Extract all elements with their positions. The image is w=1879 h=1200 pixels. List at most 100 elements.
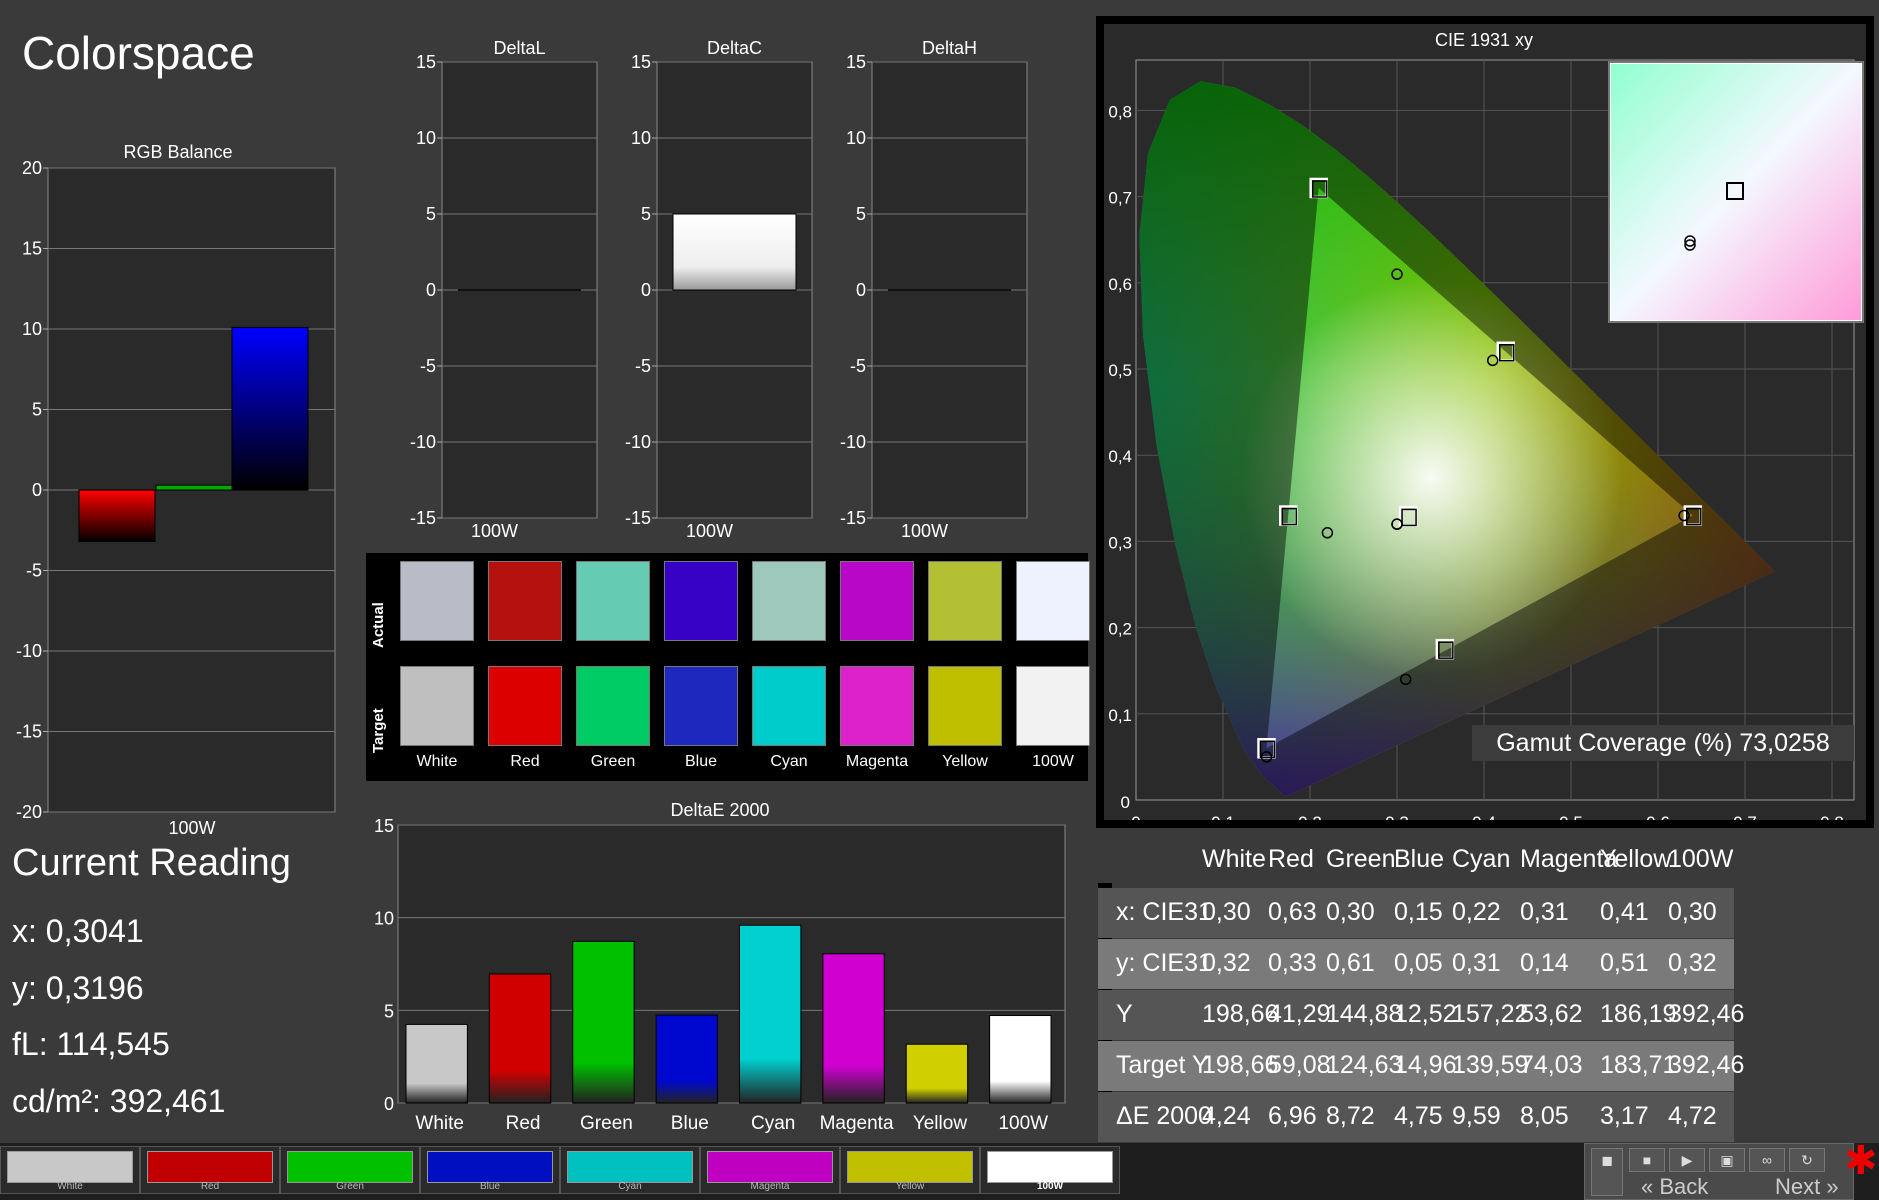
patch-label: Red — [200, 1181, 220, 1192]
patch-color-fill — [567, 1151, 693, 1183]
deltae-bar-magenta — [822, 953, 885, 1104]
table-cell: 0,33 — [1268, 949, 1317, 977]
y-tick-label: 0,7 — [1108, 189, 1132, 208]
patch-button-blue[interactable]: Blue — [420, 1146, 560, 1194]
delta-chart-title: DeltaH — [922, 38, 977, 58]
table-cell: 8,05 — [1520, 1102, 1569, 1130]
table-row: Y 198,66 41,29 144,88 12,52 157,22 53,62 186,19… — [1098, 990, 1744, 1040]
patch-button-yellow[interactable]: Yellow — [840, 1146, 980, 1194]
x-tick-label: 0,3 — [1385, 813, 1409, 820]
y-tick-label: -5 — [850, 356, 866, 376]
table-row-label: x: CIE31 — [1116, 898, 1212, 926]
delta-chart-xlabel: 100W — [686, 521, 733, 541]
patch-button-magenta[interactable]: Magenta — [700, 1146, 840, 1194]
x-tick-label: Magenta — [820, 1113, 894, 1134]
patch-button-green[interactable]: Green — [280, 1146, 420, 1194]
patch-color-fill — [147, 1151, 273, 1183]
rgb-balance-chart: RGB Balance 20 15 10 5 0 -5 -10 -15 -20 100W — [16, 142, 336, 838]
swatch-label: Green — [590, 753, 636, 770]
table-cell: 198,66 — [1202, 1051, 1279, 1079]
y-tick-label: -10 — [16, 641, 42, 661]
patch-label: White — [57, 1181, 83, 1192]
save-icon[interactable]: ▣ — [1709, 1148, 1745, 1172]
rgb-balance-title: RGB Balance — [123, 142, 232, 162]
table-cell: 144,88 — [1326, 1000, 1403, 1028]
color-swatch-panel: Actual Target White Red Green Blue Cyan Magen… — [366, 553, 1090, 781]
table-header-cell: Green — [1326, 845, 1396, 873]
y-tick-label: -20 — [16, 802, 42, 822]
table-cell: 12,52 — [1394, 1000, 1457, 1028]
app-title: Colorspace — [22, 27, 255, 79]
reading-y: y: 0,3196 — [12, 970, 144, 1006]
table-cell: 0,30 — [1202, 898, 1251, 926]
actual-swatch-cyan — [752, 561, 826, 641]
x-tick-label: 0,7 — [1733, 813, 1757, 820]
y-tick-label: 0 — [32, 480, 42, 500]
table-cell: 3,17 — [1600, 1102, 1649, 1130]
deltae-title: DeltaE 2000 — [670, 800, 769, 820]
deltae-bar-green — [572, 940, 635, 1104]
y-tick-label: 0 — [384, 1094, 394, 1114]
patch-button-cyan[interactable]: Cyan — [560, 1146, 700, 1194]
actual-swatch-green — [576, 561, 650, 641]
y-tick-label: 15 — [374, 816, 394, 836]
table-cell: 0,31 — [1520, 898, 1569, 926]
target-swatch-cyan — [752, 666, 826, 746]
back-button[interactable]: « Back — [1641, 1174, 1708, 1200]
x-tick-label: 0,4 — [1472, 813, 1496, 820]
cie-1931-chart: CIE 1931 xy 0 0,1 0,2 0,3 0,4 0,5 0,6 0,7 0,8 0,1… — [1108, 30, 1864, 820]
table-cell: 0,30 — [1326, 898, 1375, 926]
x-tick-label: Cyan — [751, 1113, 795, 1134]
patch-color-fill — [707, 1151, 833, 1183]
table-cell: 186,19 — [1600, 1000, 1677, 1028]
y-tick-label: 0 — [1121, 793, 1130, 812]
gamut-coverage-value: Gamut Coverage (%) 73,0258 — [1472, 725, 1854, 761]
swatch-label: Blue — [684, 753, 718, 770]
patch-color-fill — [847, 1151, 973, 1183]
table-row-label: Y — [1116, 1000, 1133, 1028]
target-swatch-100w — [1016, 666, 1090, 746]
navigation-panel: ◼ ■ ▶ ▣ ∞ ↻ « Back Next » — [1584, 1143, 1854, 1200]
table-header-cell: Red — [1268, 845, 1314, 873]
table-cell: 6,96 — [1268, 1102, 1317, 1130]
x-tick-label: 100W — [998, 1113, 1048, 1134]
asterisk-icon[interactable]: ✱ — [1844, 1138, 1878, 1184]
target-swatch-green — [576, 666, 650, 746]
rgb-bar-red — [78, 489, 156, 543]
table-cell: 183,71 — [1600, 1051, 1677, 1079]
table-row: x: CIE31 0,30 0,63 0,30 0,15 0,22 0,31 0,41 0,30 — [1098, 888, 1734, 938]
patch-label: Blue — [479, 1181, 500, 1192]
patch-button-100w[interactable]: 100W — [980, 1146, 1120, 1194]
patch-label: 100W — [1036, 1181, 1064, 1192]
patch-color-fill — [427, 1151, 553, 1183]
table-row-label: y: CIE31 — [1116, 949, 1212, 977]
y-tick-label: 0 — [641, 280, 651, 300]
patch-button-red[interactable]: Red — [140, 1146, 280, 1194]
back-arrow-icon: « — [1641, 1174, 1654, 1199]
table-cell: 9,59 — [1452, 1102, 1501, 1130]
x-tick-label: 0,5 — [1559, 813, 1583, 820]
next-button[interactable]: Next » — [1775, 1174, 1839, 1200]
y-tick-label: -10 — [410, 432, 436, 452]
y-tick-label: 10 — [22, 319, 42, 339]
y-tick-label: 5 — [426, 204, 436, 224]
patch-button-white[interactable]: White — [0, 1146, 140, 1194]
deltae-bar-blue — [655, 1014, 718, 1104]
stop-icon[interactable]: ■ — [1629, 1148, 1665, 1172]
deltae-bar-100w — [989, 1015, 1052, 1104]
table-row: Target Y 198,66 59,08 124,63 14,96 139,59 74,0… — [1098, 1041, 1744, 1091]
delta-charts: DeltaL 15 10 5 0 -5 -10 -15 100W DeltaC 15 10 5 0 -5 -1… — [410, 38, 1028, 541]
table-cell: 0,30 — [1668, 898, 1717, 926]
cie-title: CIE 1931 xy — [1435, 30, 1533, 50]
delta-chart-title: DeltaC — [707, 38, 762, 58]
rgb-balance-xlabel: 100W — [168, 818, 215, 838]
table-cell: 0,05 — [1394, 949, 1443, 977]
play-icon[interactable]: ▶ — [1669, 1148, 1705, 1172]
table-cell: 4,75 — [1394, 1102, 1443, 1130]
loop-icon[interactable]: ∞ — [1749, 1148, 1785, 1172]
table-cell: 392,46 — [1668, 1051, 1745, 1079]
table-row: ΔE 2000 4,24 6,96 8,72 4,75 9,59 8,05 3,17 4,72 — [1098, 1092, 1734, 1142]
refresh-icon[interactable]: ↻ — [1789, 1148, 1825, 1172]
record-icon[interactable]: ◼ — [1591, 1148, 1623, 1196]
table-header-cell: Yellow — [1600, 845, 1672, 873]
